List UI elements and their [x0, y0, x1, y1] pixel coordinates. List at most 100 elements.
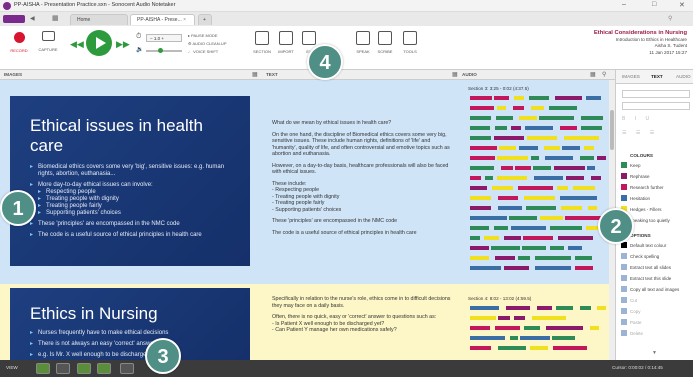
audio-chunk[interactable] [550, 226, 582, 230]
audio-chunk[interactable] [498, 206, 522, 210]
option-item[interactable]: Copy [630, 309, 641, 314]
audio-chunk[interactable] [573, 186, 595, 190]
section1-text-cell[interactable]: What do we mean by ethical issues in hea… [262, 80, 462, 284]
audio-chunk[interactable] [549, 106, 577, 110]
panel-tab-text[interactable]: TEXT [651, 74, 663, 79]
audio-chunk[interactable] [533, 166, 551, 170]
import-button[interactable]: IMPORT [276, 31, 296, 54]
audio-chunk[interactable] [597, 306, 606, 310]
audio-chunk[interactable] [531, 156, 539, 160]
audio-chunk[interactable] [510, 336, 518, 340]
audio-chunk[interactable] [504, 236, 521, 240]
audio-chunk[interactable] [568, 246, 582, 250]
audio-chunk[interactable] [575, 266, 593, 270]
audio-chunk[interactable] [496, 116, 513, 120]
audio-chunk[interactable] [575, 256, 592, 260]
rewind-icon[interactable]: ◀◀ [70, 39, 84, 50]
audio-chunk[interactable] [495, 256, 515, 260]
view-images-button[interactable] [36, 363, 50, 374]
audio-chunk[interactable] [558, 236, 593, 240]
audio-chunk[interactable] [556, 306, 573, 310]
audio-chunk[interactable] [566, 176, 584, 180]
font-dropdown[interactable] [622, 90, 690, 98]
option-item[interactable]: Default text colour [630, 243, 666, 248]
menu-button[interactable] [3, 15, 25, 23]
audio-chunk[interactable] [565, 216, 601, 220]
format-buttons[interactable]: B I U [622, 116, 653, 122]
audio-chunk[interactable] [485, 176, 493, 180]
audio-chunk[interactable] [491, 246, 520, 250]
list-buttons[interactable]: ☰ ☰ ☰ [622, 130, 658, 136]
audio-chunk[interactable] [470, 226, 489, 230]
audio-chunk[interactable] [561, 206, 582, 210]
colour-label[interactable]: Research further [630, 185, 664, 190]
audio-chunk[interactable] [522, 246, 546, 250]
audio-chunk[interactable] [470, 116, 491, 120]
scribe-button[interactable]: SCRIBE [375, 31, 395, 54]
option-item[interactable]: Extract text all slides [630, 265, 671, 270]
audio-chunk[interactable] [509, 216, 537, 220]
audio-chunk[interactable] [525, 126, 553, 130]
audio-chunk[interactable] [526, 206, 556, 210]
pause-mode-option[interactable]: ▸ PAUSE MODE [188, 32, 227, 40]
section2-audio-cell[interactable]: Section 4: 8:02 - 13:02 (4:59.5) [462, 284, 614, 360]
new-tab-button[interactable]: + [198, 14, 212, 25]
audio-chunk[interactable] [518, 256, 530, 260]
audio-chunk[interactable] [470, 186, 487, 190]
slide-ethics-in-nursing[interactable]: Ethics in Nursing Nurses frequently have… [10, 288, 250, 360]
audio-chunk[interactable] [564, 136, 599, 140]
audio-chunk[interactable] [498, 196, 518, 200]
audio-chunk[interactable] [497, 106, 506, 110]
capture-button[interactable]: CAPTURE [36, 31, 60, 52]
audio-chunk[interactable] [535, 266, 571, 270]
audio-cleanup-option[interactable]: ⚙ AUDIO CLEAN-UP [188, 40, 227, 48]
note-paragraph[interactable]: These 'principles' are encompassed in th… [272, 218, 452, 225]
option-item[interactable]: Delete [630, 331, 643, 336]
audio-chunk[interactable] [537, 306, 552, 310]
audio-chunk[interactable] [497, 176, 527, 180]
audio-chunk[interactable] [530, 346, 548, 350]
audio-chunk[interactable] [470, 346, 491, 350]
audio-chunk[interactable] [562, 146, 580, 150]
slide-ethical-issues[interactable]: Ethical issues in health care Biomedical… [10, 96, 250, 266]
audio-chunk[interactable] [470, 306, 499, 310]
section1-notes[interactable]: What do we mean by ethical issues in hea… [272, 120, 452, 236]
audio-chunk[interactable] [470, 246, 489, 250]
audio-chunk[interactable] [470, 236, 480, 240]
audio-chunk[interactable] [587, 166, 595, 170]
audio-chunk[interactable] [527, 136, 557, 140]
audio-chunk[interactable] [495, 326, 520, 330]
section-button[interactable]: SECTION [252, 31, 272, 54]
colour-label[interactable]: Keep [630, 163, 641, 168]
colour-label[interactable]: speaking too quietly [630, 218, 670, 223]
audio-chunk[interactable] [544, 146, 560, 150]
audio-chunk[interactable] [511, 226, 546, 230]
audio-chunk[interactable] [498, 316, 510, 320]
audio-chunk[interactable] [470, 196, 491, 200]
note-paragraph[interactable]: The code is a useful source of ethical p… [272, 230, 452, 237]
audio-chunk[interactable] [546, 326, 583, 330]
audio-chunk[interactable] [519, 116, 537, 120]
search-icon[interactable]: ⚲ [668, 15, 672, 22]
zoom-icon[interactable]: ⚲ [602, 71, 606, 78]
audio-chunk[interactable] [520, 336, 550, 340]
audio-chunk[interactable] [470, 166, 494, 170]
audio-chunk[interactable] [514, 96, 524, 100]
view-text-button[interactable] [56, 363, 70, 374]
audio-chunk[interactable] [511, 126, 521, 130]
fast-forward-icon[interactable]: ▶▶ [116, 39, 130, 50]
audio-chunk[interactable] [470, 256, 489, 260]
audio-chunk[interactable] [470, 106, 494, 110]
audio-chunk[interactable] [531, 106, 544, 110]
audio-chunk[interactable] [501, 166, 513, 170]
voice-shift-option[interactable]: ♩ VOICE SHIFT [188, 48, 227, 56]
note-paragraph[interactable]: Often, there is no quick, easy or 'corre… [272, 314, 452, 334]
section1-audio-bars[interactable] [470, 96, 610, 280]
audio-chunk[interactable] [506, 306, 530, 310]
view-slides-button[interactable] [120, 363, 134, 374]
audio-chunk[interactable] [470, 156, 495, 160]
note-paragraph[interactable]: However, on a day-to-day basis, healthca… [272, 163, 452, 176]
section2-audio-bars[interactable] [470, 306, 610, 360]
back-icon[interactable]: ◀ [30, 15, 35, 22]
audio-chunk[interactable] [552, 336, 575, 340]
